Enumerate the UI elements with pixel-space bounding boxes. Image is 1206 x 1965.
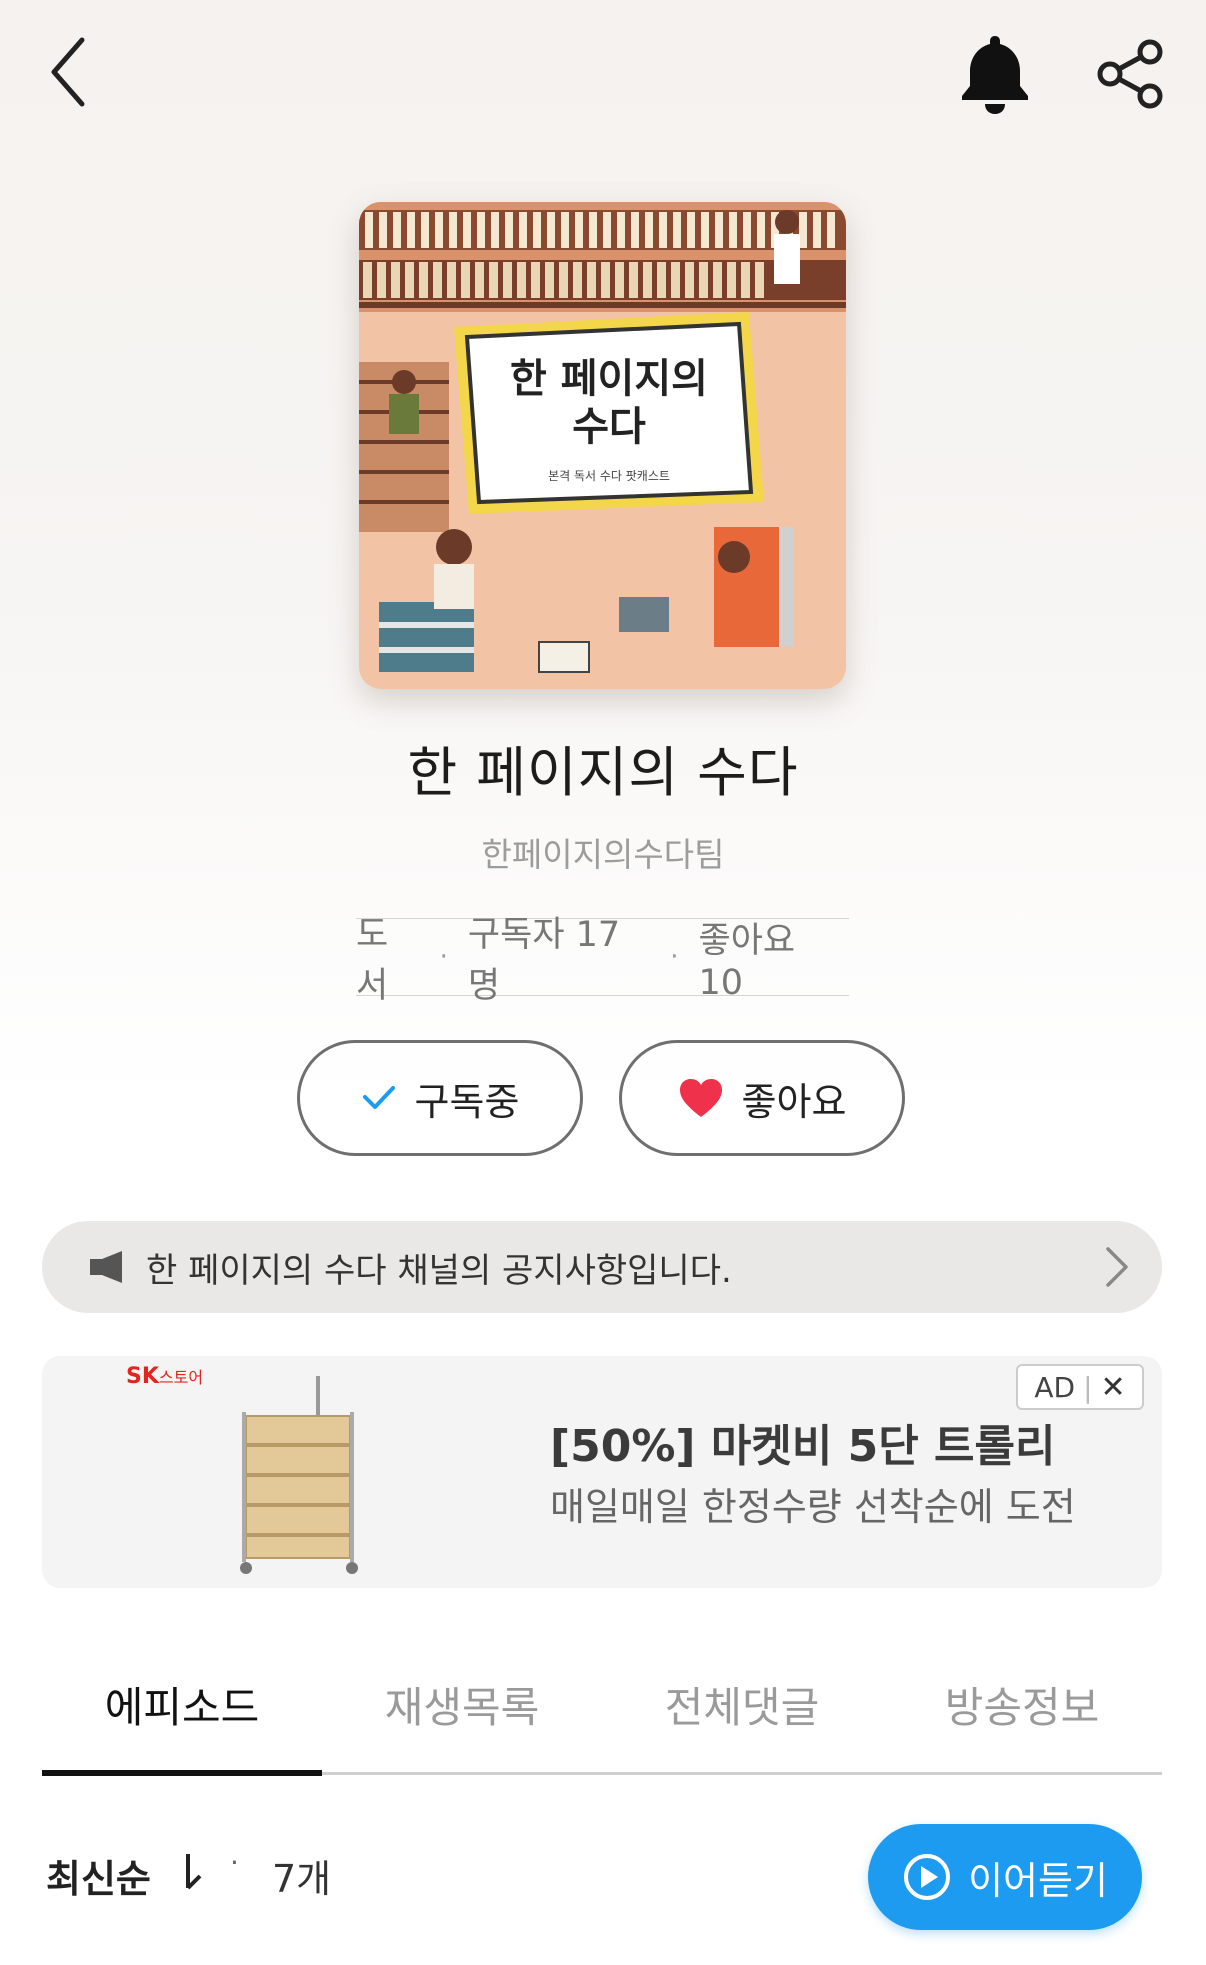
sk-store-logo: SK스토어 bbox=[126, 1364, 204, 1389]
chevron-right-icon bbox=[1106, 1247, 1128, 1287]
continue-label: 이어듣기 bbox=[968, 1858, 1108, 1903]
heart-icon bbox=[679, 1079, 722, 1117]
episode-count: 7개 bbox=[272, 1857, 332, 1901]
back-button[interactable] bbox=[40, 30, 100, 114]
meta-separator: · bbox=[439, 942, 448, 972]
tab-playlists[interactable]: 재생목록 bbox=[322, 1660, 602, 1772]
ad-label: AD bbox=[1034, 1370, 1076, 1404]
tab-comments[interactable]: 전체댓글 bbox=[602, 1660, 882, 1772]
tab-episodes[interactable]: 에피소드 bbox=[42, 1660, 322, 1776]
ad-description: 매일매일 한정수량 선착순에 도전 bbox=[550, 1485, 1076, 1529]
subscribe-label: 구독중 bbox=[414, 1079, 520, 1124]
ad-title: [50%] 마켓비 5단 트롤리 bbox=[550, 1421, 1056, 1472]
notice-bar[interactable]: 한 페이지의 수다 채널의 공지사항입니다. bbox=[42, 1221, 1162, 1313]
bell-icon bbox=[962, 36, 1028, 114]
ad-separator: | bbox=[1083, 1370, 1093, 1404]
share-button[interactable] bbox=[1090, 34, 1170, 114]
subscriber-count: 구독자 17명 bbox=[467, 915, 621, 1006]
close-icon[interactable]: ✕ bbox=[1101, 1370, 1126, 1405]
svg-text:본격 독서 수다 팟캐스트: 본격 독서 수다 팟캐스트 bbox=[548, 469, 670, 483]
continue-listening-button[interactable]: 이어듣기 bbox=[868, 1824, 1142, 1930]
subscribe-button[interactable]: 구독중 bbox=[297, 1040, 583, 1156]
sort-dropdown[interactable]: 최신순 bbox=[46, 1848, 151, 1903]
check-icon bbox=[362, 1086, 395, 1109]
count-separator: · bbox=[230, 1846, 239, 1879]
svg-text:수다: 수다 bbox=[572, 404, 646, 450]
notification-button[interactable] bbox=[950, 28, 1040, 118]
like-label: 좋아요 bbox=[741, 1079, 847, 1124]
like-button[interactable]: 좋아요 bbox=[619, 1040, 905, 1156]
ad-banner[interactable]: SK스토어 [50%] 마켓비 5단 트롤리 매일매일 한정수량 선착순에 도전… bbox=[42, 1356, 1162, 1588]
trolley-image bbox=[240, 1376, 358, 1574]
channel-meta: 도서 · 구독자 17명 · 좋아요 10 bbox=[356, 915, 849, 1006]
share-icon bbox=[1097, 39, 1163, 109]
notice-text: 한 페이지의 수다 채널의 공지사항입니다. bbox=[146, 1250, 732, 1291]
chevron-left-icon bbox=[51, 37, 85, 107]
tab-bar: 에피소드 재생목록 전체댓글 방송정보 bbox=[42, 1660, 1162, 1776]
ad-badge: AD | ✕ bbox=[1016, 1364, 1144, 1410]
play-icon bbox=[904, 1854, 951, 1900]
channel-author[interactable]: 한페이지의수다팀 bbox=[0, 828, 1206, 876]
tab-broadcast-info[interactable]: 방송정보 bbox=[882, 1660, 1162, 1772]
category-label: 도서 bbox=[356, 915, 389, 1006]
svg-text:한 페이지의: 한 페이지의 bbox=[510, 356, 708, 402]
megaphone-icon bbox=[90, 1251, 122, 1283]
meta-separator: · bbox=[670, 942, 679, 972]
channel-title: 한 페이지의 수다 bbox=[407, 741, 799, 804]
sort-arrow-icon[interactable] bbox=[180, 1850, 206, 1894]
podcast-cover-art: 한 페이지의 수다 본격 독서 수다 팟캐스트 bbox=[359, 202, 846, 689]
like-count: 좋아요 10 bbox=[698, 920, 796, 1003]
